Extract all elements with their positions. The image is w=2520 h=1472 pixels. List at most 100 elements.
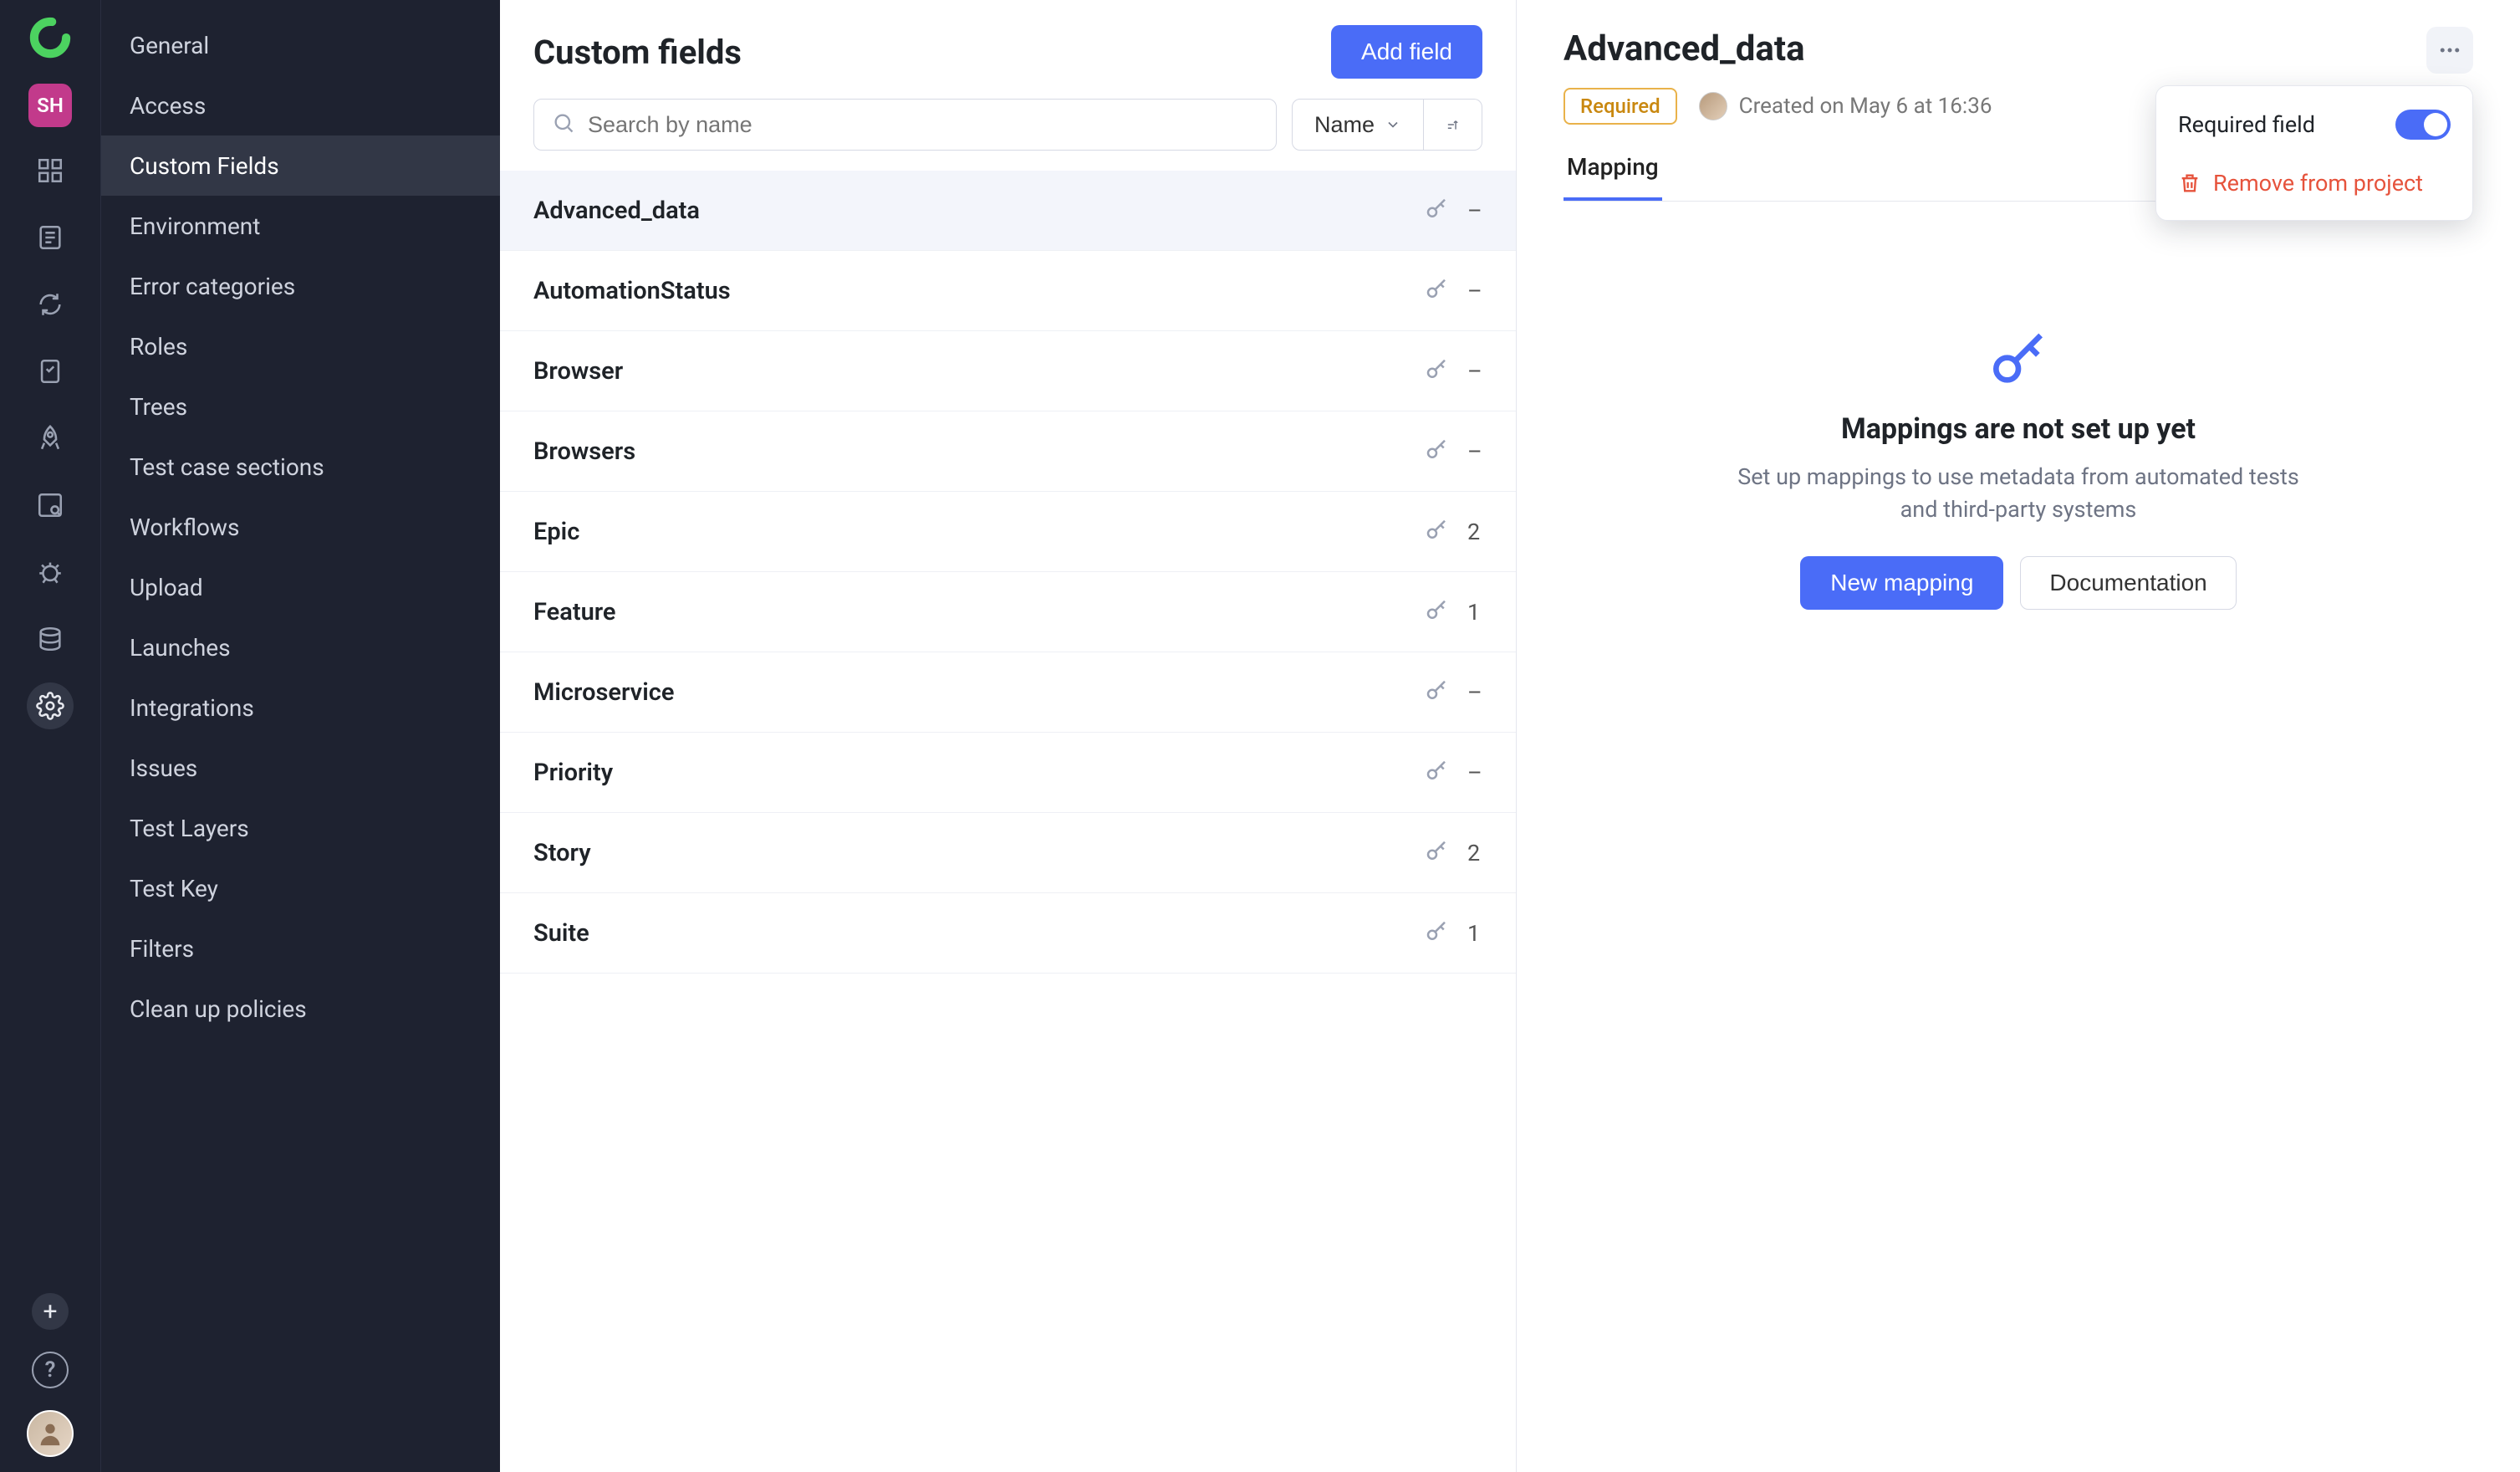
remove-label: Remove from project <box>2213 170 2423 197</box>
remove-from-project-button[interactable]: Remove from project <box>2156 155 2472 212</box>
nav-item-filters[interactable]: Filters <box>101 918 500 979</box>
field-row[interactable]: Microservice – <box>500 652 1516 733</box>
field-name: Feature <box>533 598 616 626</box>
field-row[interactable]: Advanced_data – <box>500 171 1516 251</box>
field-count: – <box>1467 759 1482 786</box>
add-button[interactable]: + <box>32 1293 69 1330</box>
field-row[interactable]: Feature 1 <box>500 572 1516 652</box>
field-row[interactable]: Suite 1 <box>500 893 1516 974</box>
tab-mapping[interactable]: Mapping <box>1564 153 1662 201</box>
mapping-empty-state: Mappings are not set up yet Set up mappi… <box>1564 327 2473 610</box>
help-icon[interactable]: ? <box>32 1352 69 1388</box>
nav-item-workflows[interactable]: Workflows <box>101 497 500 557</box>
key-illustration-icon <box>1985 327 2052 397</box>
field-count: – <box>1467 278 1482 304</box>
dashboard-icon[interactable] <box>27 147 74 194</box>
key-icon <box>1424 518 1449 546</box>
field-row[interactable]: Browser – <box>500 331 1516 411</box>
field-row[interactable]: Browsers– <box>500 411 1516 492</box>
field-row[interactable]: AutomationStatus – <box>500 251 1516 331</box>
field-row[interactable]: Story 2 <box>500 813 1516 893</box>
key-icon <box>1424 598 1449 626</box>
testplans-icon[interactable] <box>27 348 74 395</box>
nav-item-environment[interactable]: Environment <box>101 196 500 256</box>
launches-icon[interactable] <box>27 415 74 462</box>
nav-item-test-layers[interactable]: Test Layers <box>101 798 500 858</box>
field-name: AutomationStatus <box>533 277 731 305</box>
settings-nav: GeneralAccessCustom FieldsEnvironmentErr… <box>100 0 500 1472</box>
key-icon <box>1424 919 1449 948</box>
key-icon <box>1424 197 1449 225</box>
field-name: Suite <box>533 919 589 948</box>
nav-item-access[interactable]: Access <box>101 75 500 135</box>
nav-item-upload[interactable]: Upload <box>101 557 500 617</box>
search-input[interactable] <box>533 99 1277 151</box>
required-field-toggle-row[interactable]: Required field <box>2156 95 2472 155</box>
environments-icon[interactable] <box>27 616 74 662</box>
empty-title: Mappings are not set up yet <box>1841 412 2196 446</box>
trash-icon <box>2178 171 2201 195</box>
cycles-icon[interactable] <box>27 281 74 328</box>
nav-item-error-categories[interactable]: Error categories <box>101 256 500 316</box>
field-name: Browser <box>533 357 623 386</box>
required-field-label: Required field <box>2178 111 2315 138</box>
field-name: Story <box>533 839 591 867</box>
more-actions-button[interactable] <box>2426 27 2473 74</box>
nav-item-custom-fields[interactable]: Custom Fields <box>101 135 500 196</box>
key-icon <box>1424 277 1449 305</box>
icon-rail: SH + ? <box>0 0 100 1472</box>
field-row[interactable]: Epic 2 <box>500 492 1516 572</box>
nav-item-tc-sections[interactable]: Test case sections <box>101 437 500 497</box>
workspace-badge[interactable]: SH <box>28 84 72 127</box>
field-count: 1 <box>1467 599 1482 626</box>
field-title: Advanced_data <box>1564 28 2473 69</box>
actions-popover: Required field Remove from project <box>2155 85 2473 221</box>
nav-item-general[interactable]: General <box>101 15 500 75</box>
nav-item-issues[interactable]: Issues <box>101 738 500 798</box>
settings-icon[interactable] <box>27 682 74 729</box>
field-name: Priority <box>533 759 613 787</box>
key-icon <box>1424 678 1449 707</box>
analytics-icon[interactable] <box>27 482 74 529</box>
documentation-button[interactable]: Documentation <box>2020 556 2236 610</box>
field-name: Browsers <box>533 437 635 466</box>
page-title: Custom fields <box>533 33 742 72</box>
sort-direction-button[interactable] <box>1424 99 1482 151</box>
custom-fields-panel: Custom fields Add field Name Advanced_da… <box>500 0 1517 1472</box>
created-text: Created on May 6 at 16:36 <box>1739 94 1992 119</box>
creator-avatar <box>1699 92 1727 120</box>
app-logo[interactable] <box>28 15 73 64</box>
results-icon[interactable] <box>27 214 74 261</box>
field-count: 2 <box>1467 519 1482 545</box>
field-name: Microservice <box>533 678 674 707</box>
field-count: 1 <box>1467 920 1482 947</box>
nav-item-test-key[interactable]: Test Key <box>101 858 500 918</box>
chevron-down-icon <box>1385 116 1401 133</box>
sort-label: Name <box>1314 112 1375 138</box>
required-toggle[interactable] <box>2395 110 2451 140</box>
nav-item-roles[interactable]: Roles <box>101 316 500 376</box>
field-count: – <box>1467 358 1482 385</box>
key-icon <box>1424 437 1449 466</box>
field-name: Epic <box>533 518 579 546</box>
defects-icon[interactable] <box>27 549 74 595</box>
field-count: – <box>1467 679 1482 706</box>
field-name: Advanced_data <box>533 197 700 225</box>
key-icon <box>1424 759 1449 787</box>
new-mapping-button[interactable]: New mapping <box>1800 556 2003 610</box>
field-row[interactable]: Priority – <box>500 733 1516 813</box>
field-count: – <box>1467 197 1482 224</box>
nav-item-launches[interactable]: Launches <box>101 617 500 677</box>
created-meta: Created on May 6 at 16:36 <box>1699 92 1992 120</box>
key-icon <box>1424 839 1449 867</box>
sort-select[interactable]: Name <box>1292 99 1424 151</box>
sort-asc-icon <box>1446 114 1460 135</box>
add-field-button[interactable]: Add field <box>1331 25 1482 79</box>
key-icon <box>1424 357 1449 386</box>
user-avatar[interactable] <box>27 1410 74 1457</box>
field-count: 2 <box>1467 840 1482 866</box>
nav-item-trees[interactable]: Trees <box>101 376 500 437</box>
nav-item-integrations[interactable]: Integrations <box>101 677 500 738</box>
search-icon <box>552 111 575 138</box>
nav-item-cleanup[interactable]: Clean up policies <box>101 979 500 1039</box>
